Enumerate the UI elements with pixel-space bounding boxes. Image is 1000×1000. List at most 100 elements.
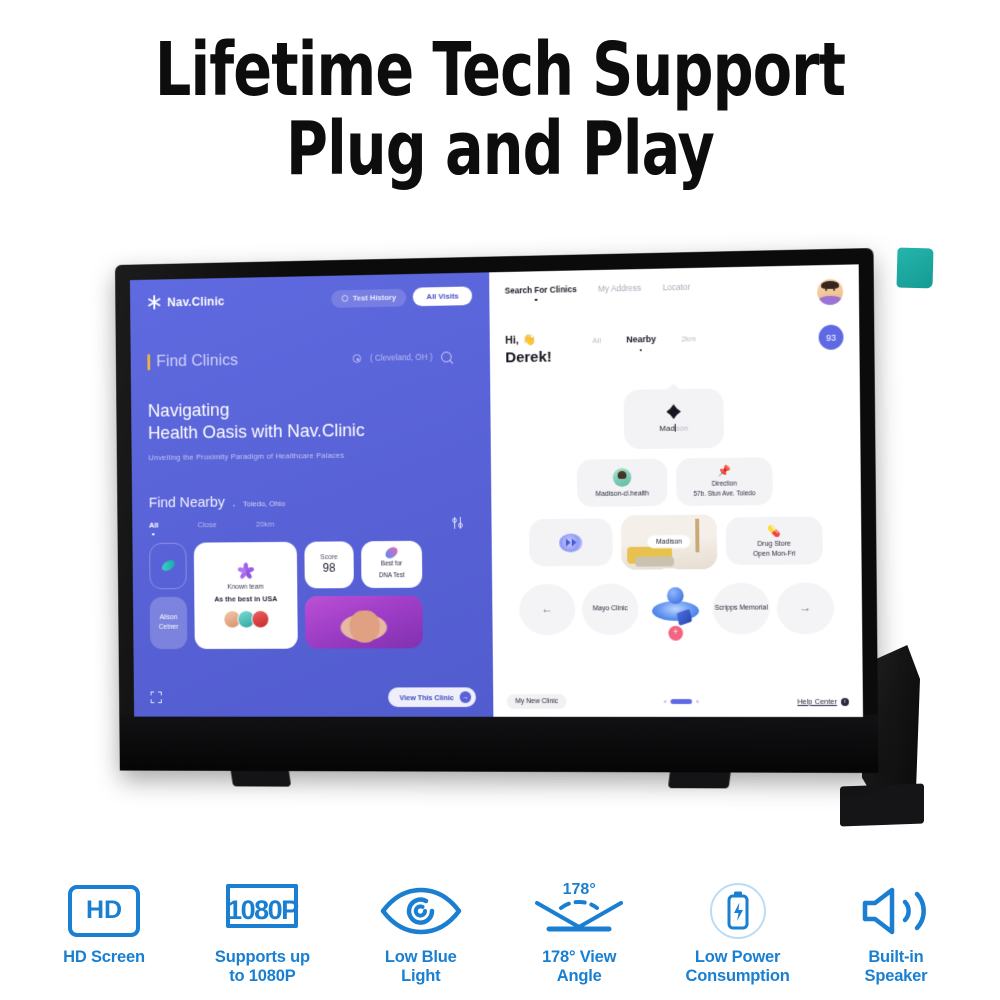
greeting: Hi, 👋 Derek! xyxy=(505,330,552,368)
filter-sliders-icon[interactable] xyxy=(452,516,465,529)
eye-low-blue-light-icon xyxy=(379,882,463,940)
search-text: Madson xyxy=(659,424,688,433)
filter-close[interactable]: Close xyxy=(198,521,217,530)
search-icon[interactable] xyxy=(441,351,452,362)
nav-search-for-clinics[interactable]: Search For Clinics xyxy=(505,284,577,295)
team-line-1: Known team xyxy=(227,583,264,591)
feature-1080p-caption-l2: to 1080P xyxy=(229,966,296,985)
feature-1080p-caption-l1: Supports up xyxy=(214,947,310,966)
nearby-city: Toledo, Ohio xyxy=(242,499,286,509)
feature-low-blue-light-caption: Low Blue Light xyxy=(385,948,457,986)
hd-badge: HD xyxy=(68,884,140,937)
feature-sp-caption-l2: Speaker xyxy=(864,966,928,985)
resolution-1080p-icon: 1080P xyxy=(220,882,304,940)
avatar-eye-right xyxy=(833,288,836,291)
accent-bar xyxy=(147,353,150,370)
hero-line-1: Navigating xyxy=(147,399,230,421)
hd-screen-icon: HD xyxy=(68,882,140,940)
filter-20km[interactable]: 20km xyxy=(256,520,274,529)
capsule-card[interactable] xyxy=(149,542,187,590)
search-input[interactable]: Madson xyxy=(623,388,724,450)
add-clinic-button[interactable]: + xyxy=(668,625,684,641)
search-placeholder-rest: son xyxy=(675,423,689,434)
feature-lbl-caption-l2: Light xyxy=(401,966,441,985)
feature-low-blue-light: Low Blue Light xyxy=(343,882,499,986)
filter-all[interactable]: All xyxy=(149,521,159,530)
person-card[interactable]: Alison Cetner xyxy=(149,596,188,649)
info-icon: i xyxy=(840,697,849,706)
right-panel-footer: My New Clinic Help Center i xyxy=(506,694,849,709)
portrait-photo-card[interactable] xyxy=(304,595,423,649)
feature-lp-caption-l1: Low Power xyxy=(694,947,781,966)
expand-corners-icon[interactable] xyxy=(150,691,162,704)
flower-logo-icon xyxy=(237,562,255,580)
play-tile[interactable] xyxy=(529,518,613,567)
all-visits-label: All Visits xyxy=(426,291,459,302)
all-visits-button[interactable]: All Visits xyxy=(413,286,473,307)
resolution-badge: 1080P xyxy=(220,883,304,938)
feature-lbl-caption-l1: Low Blue xyxy=(384,947,457,966)
carousel-item-mayo-clinic[interactable]: Mayo Clinic xyxy=(581,583,639,635)
brand[interactable]: Nav.Clinic xyxy=(147,294,225,310)
left-panel-header: Nav.Clinic Test History All Visits xyxy=(147,286,473,311)
screen-display: Nav.Clinic Test History All Visits Find … xyxy=(129,264,864,717)
feature-sp-caption-l1: Built-in xyxy=(868,947,924,966)
nav-locator[interactable]: Locator xyxy=(663,282,691,292)
room-tile[interactable]: Madison xyxy=(620,514,718,570)
monitor-chin xyxy=(119,714,879,773)
nav-my-address[interactable]: My Address xyxy=(598,283,641,294)
dna-line-1: Best for xyxy=(380,560,403,568)
feature-view-angle: 178° 178° View Angle xyxy=(501,881,657,986)
avatar-shirt xyxy=(818,295,843,306)
nav-clinic-diamond-icon xyxy=(666,404,681,419)
arrow-right-icon: → xyxy=(459,691,472,704)
tab-2km[interactable]: 2km xyxy=(681,334,696,343)
help-center-label: Help Center xyxy=(797,697,838,706)
avatar[interactable] xyxy=(817,278,844,306)
feature-speaker-caption: Built-in Speaker xyxy=(865,948,928,986)
known-team-card[interactable]: Known team As the best in USA xyxy=(193,541,298,649)
brand-name: Nav.Clinic xyxy=(167,294,225,309)
clock-icon xyxy=(341,294,349,302)
avatar-hair xyxy=(821,280,840,290)
find-nearby-title: Find Nearby xyxy=(148,493,225,512)
test-history-button[interactable]: Test History xyxy=(330,288,407,308)
score-card[interactable]: Score 98 xyxy=(304,541,354,589)
location-selector[interactable]: ( Cleveland, OH ) xyxy=(352,351,452,363)
feature-hd-screen: HD HD Screen xyxy=(26,882,182,986)
separator: . xyxy=(232,495,236,510)
hero-heading: Navigating Health Oasis with Nav.Clinic xyxy=(148,395,474,444)
find-clinics-title: Find Clinics xyxy=(147,350,238,371)
avatar-eye-left xyxy=(825,288,828,292)
play-button-icon xyxy=(559,533,583,553)
test-history-label: Test History xyxy=(352,292,397,303)
carousel-item-featured[interactable]: + xyxy=(645,581,706,641)
blue-orb-3d-icon xyxy=(651,586,700,629)
carousel-next-button[interactable]: → xyxy=(776,582,835,635)
person-name: Alison Cetner xyxy=(158,614,179,631)
carousel-pagination[interactable] xyxy=(663,699,700,705)
my-new-clinic-button[interactable]: My New Clinic xyxy=(506,694,567,709)
doctor-tile[interactable]: Madison-cl.health xyxy=(576,458,668,507)
carousel-prev-button[interactable]: ← xyxy=(519,583,576,636)
drugstore-tile[interactable]: 💊 Drug Store Open Mon-Fri xyxy=(725,516,823,566)
feature-view-angle-caption: 178° View Angle xyxy=(542,948,616,986)
help-center-link[interactable]: Help Center i xyxy=(797,697,849,706)
hero-line-2: Health Oasis with Nav.Clinic xyxy=(147,419,365,443)
left-panel-actions: Test History All Visits xyxy=(330,286,473,308)
headline-line-1: Lifetime Tech Support xyxy=(154,27,846,113)
view-this-clinic-button[interactable]: View This Clinic → xyxy=(388,687,477,707)
pill-capsule-icon xyxy=(159,558,177,574)
feature-va-caption-l2: Angle xyxy=(556,966,602,985)
drugstore-line-2: Open Mon-Fri xyxy=(752,550,796,558)
tab-all[interactable]: All xyxy=(592,336,601,345)
tab-nearby[interactable]: Nearby xyxy=(626,334,656,344)
room-tile-label: Madison xyxy=(647,535,691,549)
carousel-item-scripps-memorial[interactable]: Scripps Memorial xyxy=(712,582,771,635)
drugstore-line-1: Drug Store xyxy=(757,540,791,548)
status-badge[interactable]: 93 xyxy=(818,324,844,350)
direction-line-1: Direction xyxy=(711,480,737,489)
waving-hand-icon: 👋 xyxy=(522,334,537,347)
dna-test-card[interactable]: Best for DNA Test xyxy=(361,540,423,588)
direction-tile[interactable]: 📌 Direction 57b. Stun Ave. Toledo xyxy=(675,457,773,506)
